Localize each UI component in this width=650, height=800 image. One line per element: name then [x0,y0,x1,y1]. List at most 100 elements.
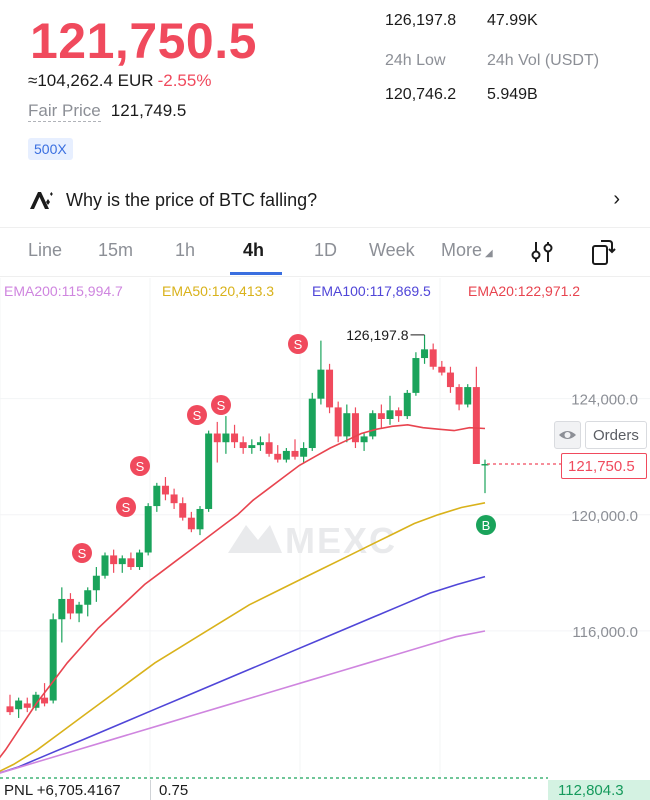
divider [0,227,650,228]
candle-body [127,558,135,568]
candle-body [101,555,109,576]
candle-body [317,369,325,399]
watermark-logo-icon [228,525,282,553]
candle-body [369,413,377,437]
candle-body [41,697,49,704]
candle-body [6,706,14,713]
position-qty[interactable]: 0.75 [150,780,188,800]
trade-marker-label: S [78,546,87,561]
caret-down-icon: ◢ [485,248,493,259]
vol-usdt-value: 5.949B [487,86,538,103]
trade-marker-label: S [193,408,202,423]
ema-line-ema20 [0,423,486,759]
tab-1d[interactable]: 1D [314,240,337,261]
y-tick-label: 124,000.0 [571,392,638,409]
candle-body [239,442,247,449]
candle-body [395,410,403,417]
change-percent: -2.55% [157,71,212,90]
candle-body [377,413,385,419]
candle-body [23,703,31,708]
chevron-right-icon[interactable]: › [613,188,620,211]
candle-body [170,494,178,504]
candle-body [110,555,118,565]
fx-conversion: ≈104,262.4 EUR -2.55% [28,71,211,91]
ema-line-ema200 [0,630,486,774]
trade-marker-label: B [482,518,491,533]
trade-marker-label: S [122,500,131,515]
y-tick-label: 116,000.0 [572,624,638,641]
candle-body [222,433,230,443]
candle-body [75,604,83,614]
tab-more[interactable]: More ◢ [441,240,493,261]
divider [0,276,650,277]
position-price-tag: 112,804.3 [548,780,650,800]
high-marker-label: 126,197.8 [346,327,408,343]
candle-body [92,575,100,591]
ai-insight-banner[interactable]: Why is the price of BTC falling? › [28,184,628,216]
candle-body [153,485,161,507]
candle-body [256,442,264,446]
candle-body [446,372,454,388]
candle-body [144,506,152,553]
candle-body [265,442,273,454]
last-price: 121,750.5 [30,13,257,69]
tab-4h[interactable]: 4h [243,240,264,261]
candle-body [360,436,368,443]
candle-body [438,366,446,373]
orders-button[interactable]: Orders [585,421,647,449]
candle-body [58,598,66,620]
indicator-settings-icon[interactable] [528,238,556,266]
candle-body [464,387,472,405]
candle-body [179,503,187,518]
candle-body [403,392,411,417]
candle-body [412,358,420,393]
high-value: 126,197.8 [385,12,457,29]
candle-body [291,450,299,457]
candle-body [213,433,221,443]
candle-body [274,453,282,460]
leverage-badge[interactable]: 500X [28,138,73,160]
candle-body [161,485,169,495]
candle-body [334,407,342,437]
candle-body [187,517,195,530]
pnl-value[interactable]: PNL +6,705.4167 [4,782,121,799]
candle-body [231,433,239,443]
trade-marker-label: S [217,398,226,413]
candle-body [196,508,204,530]
tab-week[interactable]: Week [369,240,415,261]
candle-body [308,398,316,449]
candle-body [421,349,429,359]
candle-body [136,552,144,568]
fair-price-row: Fair Price 121,749.5 [28,101,187,122]
y-tick-label: 120,000.0 [571,508,638,525]
tab-1h[interactable]: 1h [175,240,195,261]
active-tab-indicator [230,272,282,275]
ai-question-text: Why is the price of BTC falling? [66,189,318,210]
candle-body [326,369,334,408]
rotate-screen-icon[interactable] [589,238,617,266]
candle-body [455,387,463,405]
ai-sparkle-icon [30,192,53,209]
vol-btc-value: 47.99K [487,12,538,29]
tab-line[interactable]: Line [28,240,62,261]
candle-body [66,598,74,614]
vol-usdt-label: 24h Vol (USDT) [487,52,600,69]
fair-price-label[interactable]: Fair Price [28,101,101,122]
fair-price-value: 121,749.5 [110,101,187,120]
candlestick-chart[interactable]: 124,000.0120,000.0116,000.0MEXC126,197.8… [0,278,650,780]
tab-15m[interactable]: 15m [98,240,133,261]
eye-toggle[interactable] [554,421,581,449]
candle-body [429,349,437,367]
fx-value: ≈104,262.4 EUR [28,71,154,90]
low-value: 120,746.2 [385,86,457,103]
candle-body [248,445,256,449]
eye-icon [559,431,576,439]
low-label: 24h Low [385,52,446,69]
tab-more-label: More [441,240,483,260]
trade-marker-label: S [136,459,145,474]
last-price-tag: 121,750.5 [561,453,647,479]
candle-body [205,433,213,509]
trade-marker-label: S [294,337,303,352]
candle-body [49,619,57,701]
candle-body [118,558,126,565]
